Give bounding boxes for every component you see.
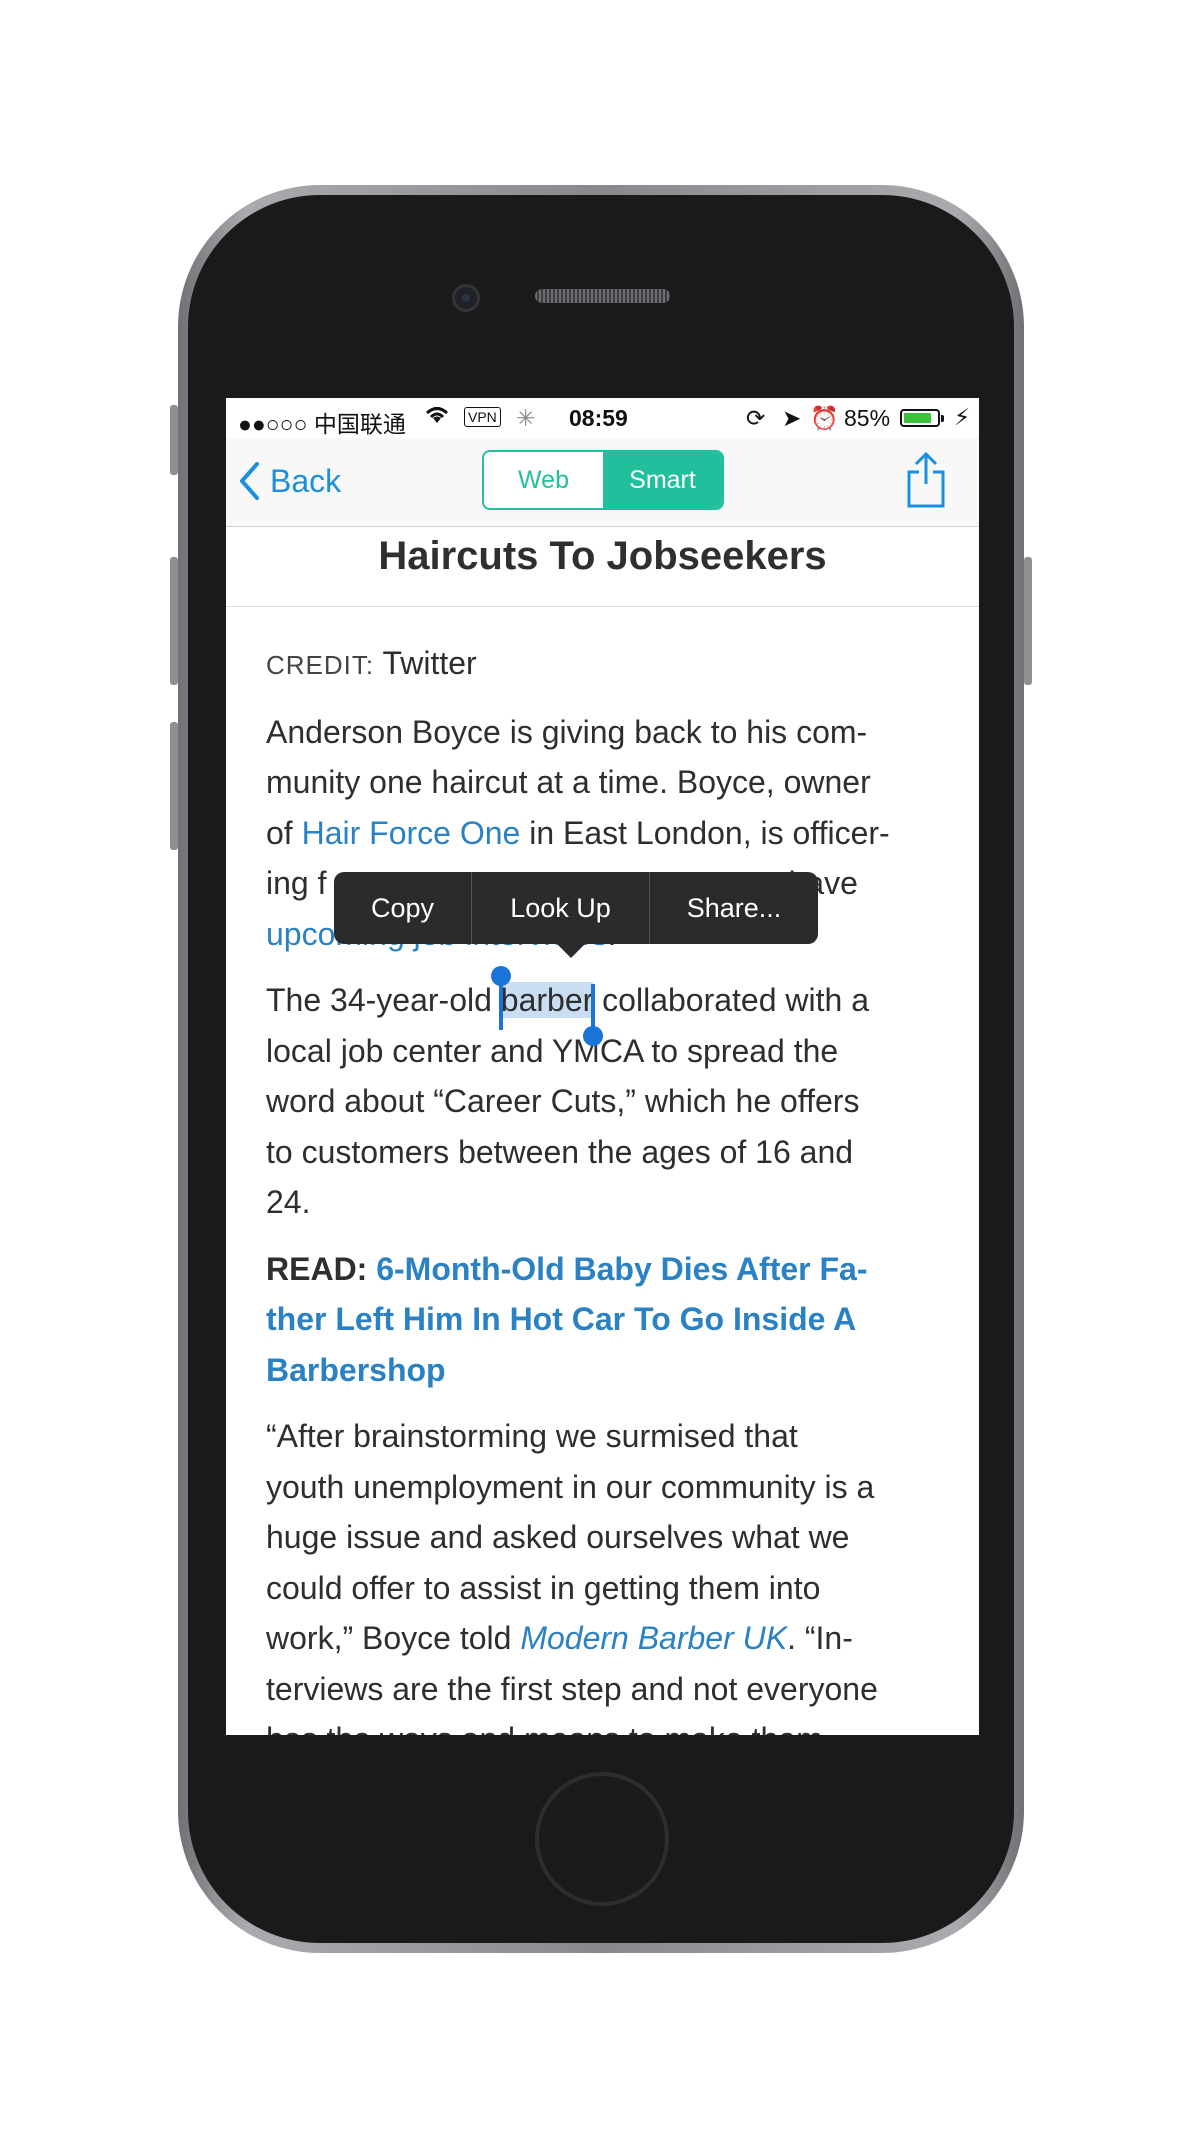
activity-spinner-icon: ✳	[516, 405, 536, 431]
front-camera	[452, 284, 480, 312]
text-line: has the ways and means to make them	[266, 1721, 823, 1735]
back-button[interactable]: Back	[238, 456, 341, 506]
copy-menu-item[interactable]: Copy	[334, 872, 471, 944]
mute-switch	[170, 405, 178, 475]
back-label: Back	[270, 462, 342, 499]
alarm-icon: ⏰	[810, 405, 839, 431]
text-line: The 34-year-old	[266, 982, 501, 1018]
status-time: 08:59	[569, 405, 628, 431]
status-bar: ●●○○○ 中国联通 VPN ✳ 08:59 ⟳ ➤ ⏰ 85% ⚡	[226, 398, 979, 438]
read-also-block: READ: 6-Month-Old Baby Dies After Fa-the…	[266, 1244, 956, 1396]
read-label: READ:	[266, 1250, 368, 1287]
menu-pointer-arrow	[557, 944, 585, 958]
wifi-icon	[424, 404, 450, 431]
text-line: ing f	[266, 865, 327, 901]
segment-smart[interactable]: Smart	[603, 452, 722, 508]
text-line: “After brainstorming we surmised that	[266, 1418, 798, 1454]
text-line: youth unemployment in our community is a	[266, 1468, 875, 1505]
selected-word[interactable]: barber	[490, 966, 604, 1046]
location-arrow-icon: ➤	[782, 405, 802, 431]
text-line: in East London, is officer-	[520, 814, 890, 851]
battery-icon	[900, 409, 944, 427]
carrier-label: ●●○○○ 中国联通	[238, 411, 406, 437]
related-link-line: 6-Month-Old Baby Dies After Fa-	[376, 1250, 868, 1287]
related-link-line: ther Left Him In Hot Car To Go Inside A	[266, 1301, 857, 1337]
selection-start-knob[interactable]	[490, 966, 511, 986]
text-line: 24.	[266, 1184, 311, 1220]
text-line: could offer to assist in getting them in…	[266, 1569, 821, 1606]
segment-web[interactable]: Web	[484, 452, 603, 508]
text-line: collaborated with a	[593, 982, 869, 1018]
rotation-lock-icon: ⟳	[746, 405, 766, 431]
credit-label: CREDIT:	[266, 650, 375, 680]
vpn-badge: VPN	[464, 407, 501, 427]
credit-line: CREDIT: Twitter	[266, 638, 956, 691]
paragraph-2: The 34-year-old barber collaborated with…	[266, 966, 956, 1228]
text-line: to customers between the ages of 16 and	[266, 1133, 854, 1170]
credit-value: Twitter	[382, 645, 477, 681]
text-line: Anderson Boyce is giving back to his com…	[266, 713, 868, 750]
text-line: terviews are the first step and not ever…	[266, 1670, 878, 1707]
edit-context-menu: Copy Look Up Share...	[334, 872, 818, 944]
selected-word-text: barber	[500, 982, 594, 1018]
screen: ●●○○○ 中国联通 VPN ✳ 08:59 ⟳ ➤ ⏰ 85% ⚡ Back …	[226, 398, 979, 1735]
earpiece-speaker	[535, 289, 670, 303]
share-button[interactable]	[906, 451, 946, 508]
share-menu-item[interactable]: Share...	[650, 872, 818, 944]
view-mode-segmented-control[interactable]: Web Smart	[482, 450, 724, 510]
hair-force-one-link[interactable]: Hair Force One	[302, 815, 521, 851]
related-link-line: Barbershop	[266, 1351, 446, 1388]
share-icon	[907, 451, 945, 508]
text-line: of	[266, 814, 302, 851]
paragraph-3: “After brainstorming we surmised that yo…	[266, 1411, 956, 1735]
power-button	[1024, 557, 1032, 685]
volume-up-button	[170, 557, 178, 685]
text-line: local job center and YMCA to spread the	[266, 1032, 839, 1069]
text-line: work,” Boyce told	[266, 1620, 521, 1656]
selection-start-handle[interactable]	[490, 966, 511, 1030]
charging-bolt-icon: ⚡	[954, 404, 971, 430]
battery-percent: 85%	[844, 405, 891, 431]
home-button[interactable]	[535, 1772, 669, 1906]
text-line: munity one haircut at a time. Boyce, own…	[266, 764, 871, 800]
text-line: word about “Career Cuts,” which he offer…	[266, 1083, 860, 1119]
chevron-left-icon	[240, 462, 259, 500]
battery-fill	[904, 413, 932, 423]
text-line: huge issue and asked ourselves what we	[266, 1519, 850, 1555]
volume-down-button	[170, 722, 178, 850]
look-up-menu-item[interactable]: Look Up	[472, 872, 649, 944]
navigation-bar: Back Web Smart	[226, 438, 979, 527]
modern-barber-uk-link[interactable]: Modern Barber UK	[520, 1620, 787, 1656]
text-line: . “In-	[787, 1620, 853, 1656]
selection-end-handle[interactable]	[583, 984, 604, 1046]
article-body: CREDIT: Twitter Anderson Boyce is giving…	[266, 638, 956, 1735]
article-title: Haircuts To Jobseekers	[226, 526, 979, 607]
